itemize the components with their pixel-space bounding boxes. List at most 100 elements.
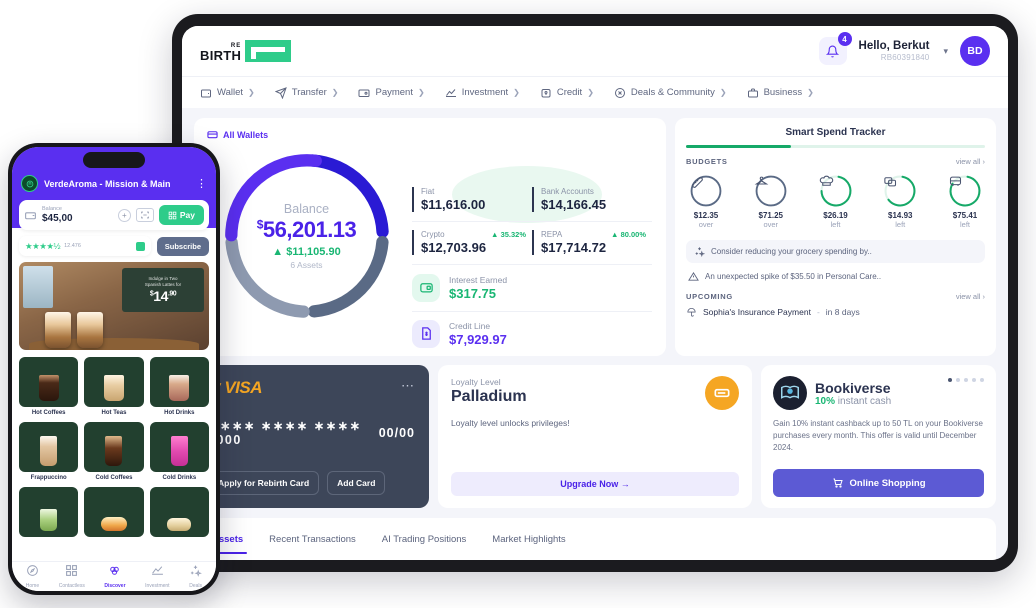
loyalty-label: Loyalty Level — [451, 377, 501, 387]
kebab-menu-icon[interactable]: ⋮ — [196, 178, 207, 189]
nav-label: Investment — [145, 583, 170, 589]
rating-box[interactable]: ★★★★½ 12.476 — [19, 236, 151, 256]
stat-bank-accounts[interactable]: Bank Accounts $14,166.45 — [532, 186, 652, 212]
avatar[interactable]: BD — [960, 36, 990, 66]
loyalty-coin-icon — [705, 376, 739, 410]
category-hot-drinks[interactable]: Hot Drinks — [149, 357, 209, 416]
add-card-button[interactable]: Add Card — [327, 471, 386, 495]
budgets-view-all-link[interactable]: view all › — [956, 157, 985, 166]
user-greeting[interactable]: Hello, Berkut RB60391840 — [859, 40, 930, 62]
phone-nav-discover[interactable]: Discover — [104, 564, 126, 589]
budget-ring — [948, 174, 982, 208]
phone-nav-contactless[interactable]: Contactless — [59, 564, 85, 589]
category-cold-drinks[interactable]: Cold Drinks — [149, 422, 209, 481]
carousel-dot[interactable] — [964, 378, 968, 382]
masked-number: ∗∗∗∗ ∗∗∗∗ ∗∗∗∗ 0000 — [208, 419, 362, 447]
upcoming-header: UPCOMING view all › — [686, 292, 985, 301]
online-shopping-button[interactable]: Online Shopping — [773, 469, 984, 497]
nav-item-investment[interactable]: Investment ❯ — [445, 87, 520, 99]
all-wallets-label: All Wallets — [223, 129, 269, 140]
upcoming-item-row[interactable]: Sophia's Insurance Payment - in 8 days — [686, 307, 985, 318]
dashboard-content: All Wallets Balance $56,201.13 ▲ $11,105… — [182, 108, 1008, 518]
coffee-shop-icon — [21, 175, 38, 192]
tab-market-highlights[interactable]: Market Highlights — [492, 518, 565, 560]
tickets-icon — [883, 174, 917, 208]
assets-count: 6 Assets — [290, 260, 323, 270]
budget-groceries[interactable]: $12.35 over — [686, 174, 726, 229]
category-label: Frappuccino — [30, 475, 67, 481]
nav-label: Investment — [461, 87, 509, 98]
stat-change-pct: ▲ 80.00% — [611, 230, 646, 240]
credit-line-row[interactable]: Credit Line $7,929.97 — [412, 319, 652, 348]
interest-earned-row[interactable]: Interest Earned $317.75 — [412, 273, 652, 302]
category-hot-coffees[interactable]: Hot Coffees — [19, 357, 79, 416]
nav-item-payment[interactable]: Payment ❯ — [358, 87, 425, 99]
category-frappuccino[interactable]: Frappuccino — [19, 422, 79, 481]
category-hot-teas[interactable]: Hot Teas — [84, 357, 144, 416]
subscribe-button[interactable]: Subscribe — [156, 236, 209, 256]
spending-tip[interactable]: Consider reducing your grocery spending … — [686, 239, 985, 263]
more-dots-icon[interactable]: ⋯ — [401, 378, 415, 394]
balance-change: ▲ $11,105.90 — [272, 246, 341, 258]
nav-item-wallet[interactable]: Wallet ❯ — [200, 87, 255, 99]
budget-dining[interactable]: $26.19 left — [816, 174, 856, 229]
budget-amount: $71.25 — [758, 210, 783, 220]
notifications-button[interactable]: 4 — [818, 32, 852, 65]
pay-button[interactable]: Pay — [158, 205, 204, 225]
star-rating: ★★★★½ — [25, 240, 61, 251]
promo-hero-image[interactable]: Indulge in Two Spanish Lattes for $14.90 — [19, 262, 209, 350]
stat-fiat[interactable]: Fiat $11,616.00 — [412, 186, 532, 212]
category-food[interactable] — [84, 487, 144, 537]
category-bakery[interactable] — [149, 487, 209, 537]
stat-crypto[interactable]: Crypto ▲ 35.32% $12,703.96 — [412, 230, 532, 256]
apply-rebirth-card-button[interactable]: Apply for Rebirth Card — [208, 471, 320, 495]
carousel-dot[interactable] — [948, 378, 952, 382]
scan-icon[interactable] — [135, 208, 154, 222]
upgrade-now-button[interactable]: Upgrade Now → — [451, 472, 739, 496]
plus-circle-icon[interactable]: + — [117, 208, 131, 222]
all-wallets-selector[interactable]: All Wallets — [207, 129, 406, 140]
phone-notch — [83, 152, 145, 168]
carousel-dot[interactable] — [980, 378, 984, 382]
carousel-dots[interactable] — [948, 378, 984, 382]
tab-recent-transactions[interactable]: Recent Transactions — [269, 518, 356, 560]
upcoming-view-all-link[interactable]: view all › — [956, 292, 985, 301]
stat-repa[interactable]: REPA ▲ 80.00% $17,714.72 — [532, 230, 652, 256]
balance-amount: $56,201.13 — [257, 217, 357, 243]
phone-nav-deals[interactable]: Deals — [189, 564, 203, 589]
phone-nav-investment[interactable]: Investment — [145, 564, 170, 589]
chevron-right-icon: ❯ — [719, 88, 727, 97]
budget-status: over — [698, 219, 714, 229]
spending-alert[interactable]: An unexpected spike of $35.50 in Persona… — [686, 271, 985, 282]
rebirth-logo[interactable]: RE BIRTH — [200, 40, 292, 62]
carousel-dot[interactable] — [972, 378, 976, 382]
budget-ring — [883, 174, 917, 208]
separator: - — [816, 307, 820, 317]
wallet-icon — [201, 89, 211, 97]
tab-ai-trading-positions[interactable]: AI Trading Positions — [382, 518, 467, 560]
budget-entertainment[interactable]: $14.93 left — [880, 174, 920, 229]
budget-transport[interactable]: $75.41 left — [945, 174, 985, 229]
qr-code-icon — [66, 565, 78, 576]
offer-cashback: 10% instant cash — [815, 396, 891, 407]
row-label: Credit Line — [449, 320, 491, 331]
nav-item-business[interactable]: Business ❯ — [747, 87, 814, 99]
category-cold-coffees[interactable]: Cold Coffees — [84, 422, 144, 481]
row-label: Interest Earned — [449, 274, 508, 285]
credit-lock-icon — [541, 88, 551, 97]
nav-label: Transfer — [291, 87, 327, 98]
budget-clothing[interactable]: $71.25 over — [751, 174, 791, 229]
phone-nav-home[interactable]: Home — [26, 564, 39, 589]
nav-item-deals[interactable]: Deals & Community ❯ — [614, 87, 727, 99]
chart-icon — [445, 88, 456, 97]
document-dollar-icon — [412, 319, 440, 348]
nav-item-credit[interactable]: Credit ❯ — [540, 87, 594, 99]
carousel-dot[interactable] — [956, 378, 960, 382]
arrow-right-icon: → — [620, 479, 630, 489]
nav-item-transfer[interactable]: Transfer ❯ — [274, 86, 338, 99]
chevron-down-icon[interactable]: ▾ — [943, 46, 948, 57]
upcoming-label: UPCOMING — [686, 291, 733, 301]
gift-chip-icon — [135, 241, 145, 251]
dashboard-row-top: All Wallets Balance $56,201.13 ▲ $11,105… — [194, 118, 996, 356]
category-matcha[interactable] — [19, 487, 79, 537]
